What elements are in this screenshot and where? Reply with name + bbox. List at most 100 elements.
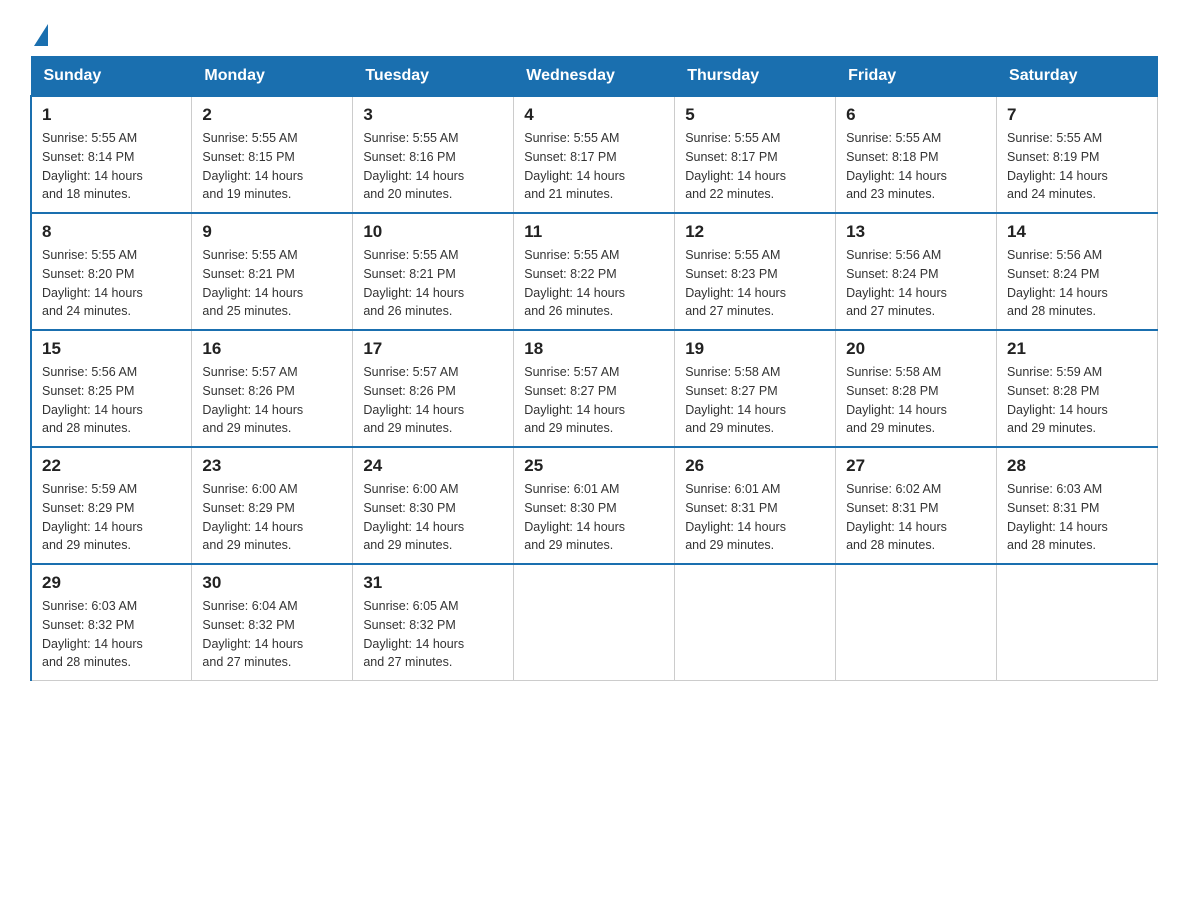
day-info: Sunrise: 5:55 AM Sunset: 8:23 PM Dayligh… xyxy=(685,246,825,321)
calendar-cell: 5 Sunrise: 5:55 AM Sunset: 8:17 PM Dayli… xyxy=(675,96,836,213)
calendar-week-row: 22 Sunrise: 5:59 AM Sunset: 8:29 PM Dayl… xyxy=(31,447,1158,564)
day-info: Sunrise: 5:55 AM Sunset: 8:22 PM Dayligh… xyxy=(524,246,664,321)
day-info: Sunrise: 5:58 AM Sunset: 8:27 PM Dayligh… xyxy=(685,363,825,438)
calendar-cell: 27 Sunrise: 6:02 AM Sunset: 8:31 PM Dayl… xyxy=(836,447,997,564)
day-info: Sunrise: 5:55 AM Sunset: 8:16 PM Dayligh… xyxy=(363,129,503,204)
day-number: 11 xyxy=(524,222,664,242)
calendar-cell: 19 Sunrise: 5:58 AM Sunset: 8:27 PM Dayl… xyxy=(675,330,836,447)
day-info: Sunrise: 5:55 AM Sunset: 8:17 PM Dayligh… xyxy=(685,129,825,204)
calendar-cell: 15 Sunrise: 5:56 AM Sunset: 8:25 PM Dayl… xyxy=(31,330,192,447)
day-number: 10 xyxy=(363,222,503,242)
day-info: Sunrise: 5:59 AM Sunset: 8:29 PM Dayligh… xyxy=(42,480,181,555)
day-number: 3 xyxy=(363,105,503,125)
calendar-cell: 18 Sunrise: 5:57 AM Sunset: 8:27 PM Dayl… xyxy=(514,330,675,447)
calendar-cell: 26 Sunrise: 6:01 AM Sunset: 8:31 PM Dayl… xyxy=(675,447,836,564)
calendar-table: SundayMondayTuesdayWednesdayThursdayFrid… xyxy=(30,56,1158,681)
day-info: Sunrise: 5:57 AM Sunset: 8:26 PM Dayligh… xyxy=(363,363,503,438)
day-info: Sunrise: 6:01 AM Sunset: 8:31 PM Dayligh… xyxy=(685,480,825,555)
calendar-cell: 16 Sunrise: 5:57 AM Sunset: 8:26 PM Dayl… xyxy=(192,330,353,447)
day-number: 1 xyxy=(42,105,181,125)
day-number: 23 xyxy=(202,456,342,476)
day-info: Sunrise: 5:56 AM Sunset: 8:25 PM Dayligh… xyxy=(42,363,181,438)
calendar-week-row: 29 Sunrise: 6:03 AM Sunset: 8:32 PM Dayl… xyxy=(31,564,1158,681)
day-number: 31 xyxy=(363,573,503,593)
day-number: 14 xyxy=(1007,222,1147,242)
day-info: Sunrise: 5:55 AM Sunset: 8:17 PM Dayligh… xyxy=(524,129,664,204)
calendar-cell: 1 Sunrise: 5:55 AM Sunset: 8:14 PM Dayli… xyxy=(31,96,192,213)
day-number: 6 xyxy=(846,105,986,125)
day-number: 13 xyxy=(846,222,986,242)
calendar-cell: 30 Sunrise: 6:04 AM Sunset: 8:32 PM Dayl… xyxy=(192,564,353,681)
calendar-cell: 28 Sunrise: 6:03 AM Sunset: 8:31 PM Dayl… xyxy=(997,447,1158,564)
day-info: Sunrise: 6:01 AM Sunset: 8:30 PM Dayligh… xyxy=(524,480,664,555)
calendar-cell: 7 Sunrise: 5:55 AM Sunset: 8:19 PM Dayli… xyxy=(997,96,1158,213)
calendar-cell xyxy=(836,564,997,681)
calendar-cell xyxy=(675,564,836,681)
day-info: Sunrise: 5:55 AM Sunset: 8:20 PM Dayligh… xyxy=(42,246,181,321)
calendar-cell: 11 Sunrise: 5:55 AM Sunset: 8:22 PM Dayl… xyxy=(514,213,675,330)
day-number: 4 xyxy=(524,105,664,125)
calendar-cell: 9 Sunrise: 5:55 AM Sunset: 8:21 PM Dayli… xyxy=(192,213,353,330)
page-header xyxy=(30,20,1158,46)
day-info: Sunrise: 5:55 AM Sunset: 8:21 PM Dayligh… xyxy=(363,246,503,321)
logo xyxy=(30,20,48,46)
day-number: 28 xyxy=(1007,456,1147,476)
day-number: 25 xyxy=(524,456,664,476)
day-info: Sunrise: 5:56 AM Sunset: 8:24 PM Dayligh… xyxy=(846,246,986,321)
calendar-cell: 22 Sunrise: 5:59 AM Sunset: 8:29 PM Dayl… xyxy=(31,447,192,564)
day-number: 18 xyxy=(524,339,664,359)
day-number: 24 xyxy=(363,456,503,476)
calendar-cell: 13 Sunrise: 5:56 AM Sunset: 8:24 PM Dayl… xyxy=(836,213,997,330)
col-header-monday: Monday xyxy=(192,57,353,97)
calendar-cell: 23 Sunrise: 6:00 AM Sunset: 8:29 PM Dayl… xyxy=(192,447,353,564)
day-number: 30 xyxy=(202,573,342,593)
col-header-friday: Friday xyxy=(836,57,997,97)
day-number: 8 xyxy=(42,222,181,242)
calendar-cell: 29 Sunrise: 6:03 AM Sunset: 8:32 PM Dayl… xyxy=(31,564,192,681)
calendar-cell: 12 Sunrise: 5:55 AM Sunset: 8:23 PM Dayl… xyxy=(675,213,836,330)
day-info: Sunrise: 5:58 AM Sunset: 8:28 PM Dayligh… xyxy=(846,363,986,438)
calendar-cell: 17 Sunrise: 5:57 AM Sunset: 8:26 PM Dayl… xyxy=(353,330,514,447)
calendar-cell: 4 Sunrise: 5:55 AM Sunset: 8:17 PM Dayli… xyxy=(514,96,675,213)
calendar-cell: 2 Sunrise: 5:55 AM Sunset: 8:15 PM Dayli… xyxy=(192,96,353,213)
calendar-week-row: 8 Sunrise: 5:55 AM Sunset: 8:20 PM Dayli… xyxy=(31,213,1158,330)
col-header-sunday: Sunday xyxy=(31,57,192,97)
day-number: 27 xyxy=(846,456,986,476)
day-info: Sunrise: 6:04 AM Sunset: 8:32 PM Dayligh… xyxy=(202,597,342,672)
day-info: Sunrise: 6:03 AM Sunset: 8:32 PM Dayligh… xyxy=(42,597,181,672)
col-header-tuesday: Tuesday xyxy=(353,57,514,97)
calendar-cell: 25 Sunrise: 6:01 AM Sunset: 8:30 PM Dayl… xyxy=(514,447,675,564)
day-info: Sunrise: 6:05 AM Sunset: 8:32 PM Dayligh… xyxy=(363,597,503,672)
day-info: Sunrise: 5:55 AM Sunset: 8:18 PM Dayligh… xyxy=(846,129,986,204)
day-number: 17 xyxy=(363,339,503,359)
day-info: Sunrise: 5:57 AM Sunset: 8:27 PM Dayligh… xyxy=(524,363,664,438)
day-info: Sunrise: 6:00 AM Sunset: 8:30 PM Dayligh… xyxy=(363,480,503,555)
day-number: 19 xyxy=(685,339,825,359)
day-number: 16 xyxy=(202,339,342,359)
day-info: Sunrise: 5:57 AM Sunset: 8:26 PM Dayligh… xyxy=(202,363,342,438)
day-number: 26 xyxy=(685,456,825,476)
day-number: 9 xyxy=(202,222,342,242)
calendar-cell: 31 Sunrise: 6:05 AM Sunset: 8:32 PM Dayl… xyxy=(353,564,514,681)
day-info: Sunrise: 6:03 AM Sunset: 8:31 PM Dayligh… xyxy=(1007,480,1147,555)
col-header-saturday: Saturday xyxy=(997,57,1158,97)
calendar-week-row: 1 Sunrise: 5:55 AM Sunset: 8:14 PM Dayli… xyxy=(31,96,1158,213)
calendar-header-row: SundayMondayTuesdayWednesdayThursdayFrid… xyxy=(31,57,1158,97)
calendar-cell xyxy=(997,564,1158,681)
day-number: 12 xyxy=(685,222,825,242)
day-info: Sunrise: 5:56 AM Sunset: 8:24 PM Dayligh… xyxy=(1007,246,1147,321)
calendar-cell: 6 Sunrise: 5:55 AM Sunset: 8:18 PM Dayli… xyxy=(836,96,997,213)
calendar-cell: 14 Sunrise: 5:56 AM Sunset: 8:24 PM Dayl… xyxy=(997,213,1158,330)
calendar-cell: 20 Sunrise: 5:58 AM Sunset: 8:28 PM Dayl… xyxy=(836,330,997,447)
day-info: Sunrise: 5:55 AM Sunset: 8:21 PM Dayligh… xyxy=(202,246,342,321)
col-header-thursday: Thursday xyxy=(675,57,836,97)
logo-triangle-icon xyxy=(34,24,48,46)
day-number: 29 xyxy=(42,573,181,593)
day-info: Sunrise: 5:55 AM Sunset: 8:14 PM Dayligh… xyxy=(42,129,181,204)
day-number: 20 xyxy=(846,339,986,359)
day-info: Sunrise: 5:55 AM Sunset: 8:15 PM Dayligh… xyxy=(202,129,342,204)
day-info: Sunrise: 5:59 AM Sunset: 8:28 PM Dayligh… xyxy=(1007,363,1147,438)
day-number: 15 xyxy=(42,339,181,359)
calendar-cell: 8 Sunrise: 5:55 AM Sunset: 8:20 PM Dayli… xyxy=(31,213,192,330)
day-number: 2 xyxy=(202,105,342,125)
